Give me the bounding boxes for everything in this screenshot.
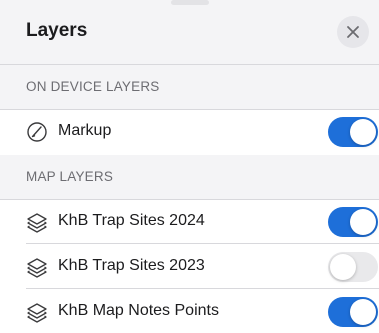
close-button[interactable] bbox=[337, 16, 369, 48]
layer-toggle-khb-trap-sites-2024[interactable] bbox=[328, 207, 378, 237]
row-divider bbox=[26, 288, 379, 289]
layer-row-khb-map-notes-points[interactable]: KhB Map Notes Points bbox=[0, 290, 379, 333]
layers-stack-icon bbox=[27, 258, 47, 278]
section-header-map-layers: MAP LAYERS bbox=[0, 155, 379, 200]
toggle-knob bbox=[350, 209, 376, 235]
layer-toggle-markup[interactable] bbox=[328, 117, 378, 147]
layers-panel: Layers ON DEVICE LAYERS Markup MAP LAYER… bbox=[0, 0, 379, 333]
panel-header: Layers bbox=[0, 0, 379, 65]
layer-label: Markup bbox=[58, 122, 112, 139]
markup-icon bbox=[27, 122, 47, 142]
layer-toggle-khb-map-notes-points[interactable] bbox=[328, 297, 378, 327]
row-divider bbox=[26, 243, 379, 244]
section-label-map-layers: MAP LAYERS bbox=[26, 169, 114, 184]
close-icon bbox=[347, 26, 359, 38]
drag-handle[interactable] bbox=[170, 0, 209, 5]
section-label-on-device: ON DEVICE LAYERS bbox=[26, 79, 160, 94]
layer-label: KhB Trap Sites 2023 bbox=[58, 257, 205, 274]
layers-stack-icon bbox=[27, 303, 47, 323]
layer-row-khb-trap-sites-2023[interactable]: KhB Trap Sites 2023 bbox=[0, 245, 379, 289]
layer-row-khb-trap-sites-2024[interactable]: KhB Trap Sites 2024 bbox=[0, 200, 379, 244]
toggle-knob bbox=[330, 254, 356, 280]
toggle-knob bbox=[350, 119, 376, 145]
layer-label: KhB Map Notes Points bbox=[58, 302, 219, 319]
toggle-knob bbox=[350, 299, 376, 325]
layer-row-markup[interactable]: Markup bbox=[0, 110, 379, 154]
layer-label: KhB Trap Sites 2024 bbox=[58, 212, 205, 229]
panel-title: Layers bbox=[26, 20, 88, 41]
section-header-on-device: ON DEVICE LAYERS bbox=[0, 65, 379, 110]
layer-toggle-khb-trap-sites-2023[interactable] bbox=[328, 252, 378, 282]
layers-stack-icon bbox=[27, 213, 47, 233]
